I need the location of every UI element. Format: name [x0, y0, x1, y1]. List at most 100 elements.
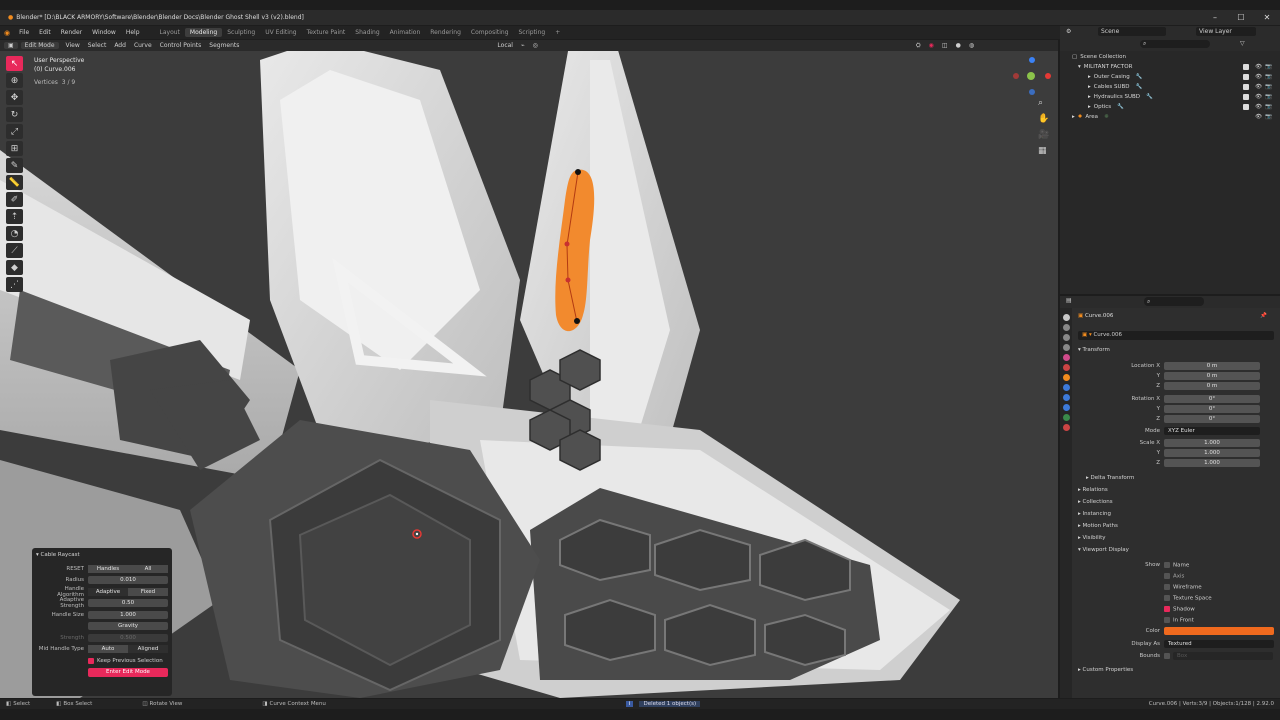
menu-control-points[interactable]: Control Points: [156, 42, 206, 49]
tab-scripting[interactable]: Scripting: [514, 28, 551, 37]
select-tool-icon[interactable]: ↖: [6, 56, 23, 71]
randomize-tool-icon[interactable]: ◆: [6, 260, 23, 275]
tab-sculpting[interactable]: Sculpting: [222, 28, 260, 37]
menu-edit[interactable]: Edit: [34, 29, 56, 36]
bounds-checkbox[interactable]: [1164, 652, 1170, 659]
rotation-x-field[interactable]: 0°: [1164, 395, 1260, 403]
texture-space-checkbox[interactable]: [1164, 594, 1170, 601]
draw-tool-icon[interactable]: ✐: [6, 192, 23, 207]
menu-view[interactable]: View: [62, 42, 84, 49]
expand-arrow-icon[interactable]: ▾: [1078, 64, 1081, 70]
tab-layout[interactable]: Layout: [155, 28, 185, 37]
shading-solid-icon[interactable]: ●: [952, 42, 965, 49]
editor-type-icon[interactable]: ▤: [1066, 297, 1072, 304]
maximize-icon[interactable]: ☐: [1228, 10, 1254, 25]
close-icon[interactable]: ✕: [1254, 10, 1280, 25]
move-tool-icon[interactable]: ✥: [6, 90, 23, 105]
tab-uv-editing[interactable]: UV Editing: [260, 28, 301, 37]
grid-view-icon[interactable]: ▦: [1038, 146, 1049, 156]
expand-arrow-icon[interactable]: ▸: [1072, 114, 1075, 120]
zoom-icon[interactable]: ⌕: [1038, 98, 1049, 108]
strength-field[interactable]: 0.500: [88, 633, 168, 642]
extrude-tool-icon[interactable]: ⇡: [6, 209, 23, 224]
camera-icon[interactable]: 📷: [1265, 64, 1272, 70]
camera-icon[interactable]: 📷: [1265, 94, 1272, 100]
shear-tool-icon[interactable]: ⋰: [6, 277, 23, 292]
reset-all-button[interactable]: All: [128, 564, 168, 573]
transform-orientation-select[interactable]: Local: [493, 42, 517, 49]
material-tab-icon[interactable]: [1062, 424, 1070, 431]
tab-rendering[interactable]: Rendering: [425, 28, 466, 37]
instancing-section[interactable]: ▸ Instancing: [1078, 511, 1111, 517]
include-checkbox[interactable]: [1243, 64, 1250, 70]
menu-segments[interactable]: Segments: [205, 42, 243, 49]
expand-arrow-icon[interactable]: ▸: [1088, 94, 1091, 100]
add-workspace-icon[interactable]: +: [550, 28, 565, 37]
pan-hand-icon[interactable]: ✋: [1038, 114, 1049, 124]
minimize-icon[interactable]: –: [1202, 10, 1228, 25]
eye-icon[interactable]: 👁: [1255, 114, 1262, 120]
eye-icon[interactable]: 👁: [1255, 84, 1262, 90]
location-x-field[interactable]: 0 m: [1164, 362, 1260, 370]
scale-z-field[interactable]: 1.000: [1164, 459, 1260, 467]
filter-icon[interactable]: ▽: [1240, 40, 1245, 47]
custom-properties-section[interactable]: ▸ Custom Properties: [1078, 667, 1133, 673]
scene-select[interactable]: Scene: [1098, 27, 1166, 36]
radius-tool-icon[interactable]: ◔: [6, 226, 23, 241]
rotate-tool-icon[interactable]: ↻: [6, 107, 23, 122]
visibility-section[interactable]: ▸ Visibility: [1078, 535, 1106, 541]
rotation-z-field[interactable]: 0°: [1164, 415, 1260, 423]
tab-texture-paint[interactable]: Texture Paint: [302, 28, 351, 37]
transform-tool-icon[interactable]: ⊞: [6, 141, 23, 156]
include-checkbox[interactable]: [1243, 94, 1250, 100]
handle-size-field[interactable]: 1.000: [88, 610, 168, 619]
scale-x-field[interactable]: 1.000: [1164, 439, 1260, 447]
outliner-row-cables[interactable]: ▸ Cables SUBD 🔧 👁 📷: [1060, 82, 1280, 92]
menu-file[interactable]: File: [14, 29, 34, 36]
eye-icon[interactable]: 👁: [1255, 64, 1262, 70]
location-y-field[interactable]: 0 m: [1164, 372, 1260, 380]
eye-icon[interactable]: 👁: [1255, 74, 1262, 80]
wireframe-checkbox[interactable]: [1164, 583, 1170, 590]
camera-icon[interactable]: 📷: [1265, 104, 1272, 110]
view-layer-select[interactable]: View Layer: [1196, 27, 1256, 36]
outliner-search-input[interactable]: ⌕: [1140, 40, 1210, 48]
motion-paths-section[interactable]: ▸ Motion Paths: [1078, 523, 1118, 529]
eye-icon[interactable]: 👁: [1255, 104, 1262, 110]
rotation-y-field[interactable]: 0°: [1164, 405, 1260, 413]
menu-render[interactable]: Render: [56, 29, 87, 36]
camera-icon[interactable]: 📷: [1265, 114, 1272, 120]
scene-tab-icon[interactable]: [1062, 354, 1070, 361]
tab-shading[interactable]: Shading: [350, 28, 384, 37]
expand-arrow-icon[interactable]: ▸: [1088, 74, 1091, 80]
menu-window[interactable]: Window: [87, 29, 121, 36]
object-color-swatch[interactable]: [1164, 627, 1274, 635]
xray-icon[interactable]: ◫: [938, 42, 952, 49]
enter-edit-mode-button[interactable]: Enter Edit Mode: [88, 667, 168, 677]
reset-handles-button[interactable]: Handles: [88, 564, 128, 573]
object-tab-icon[interactable]: [1062, 374, 1070, 381]
location-z-field[interactable]: 0 m: [1164, 382, 1260, 390]
scale-tool-icon[interactable]: ⤢: [6, 124, 23, 139]
radius-field[interactable]: 0.010: [88, 576, 168, 584]
snap-icon[interactable]: ⌁: [517, 42, 529, 49]
include-checkbox[interactable]: [1243, 74, 1250, 80]
blender-menu-icon[interactable]: ◉: [4, 29, 10, 37]
delta-transform-section[interactable]: ▸ Delta Transform: [1086, 475, 1134, 481]
bounds-select[interactable]: Box: [1173, 652, 1273, 660]
adaptive-option[interactable]: Adaptive: [88, 587, 128, 596]
camera-icon[interactable]: 📷: [1265, 74, 1272, 80]
cursor-tool-icon[interactable]: ⊕: [6, 73, 23, 88]
eye-icon[interactable]: 👁: [1255, 94, 1262, 100]
world-tab-icon[interactable]: [1062, 364, 1070, 371]
output-tab-icon[interactable]: [1062, 334, 1070, 341]
tool-tab-icon[interactable]: [1062, 314, 1070, 321]
include-checkbox[interactable]: [1243, 104, 1250, 110]
overlay-icon[interactable]: ◉: [925, 42, 938, 49]
properties-search-input[interactable]: ⌕: [1144, 297, 1204, 306]
expand-arrow-icon[interactable]: ▸: [1088, 84, 1091, 90]
camera-view-icon[interactable]: 🎥: [1038, 130, 1049, 140]
menu-select[interactable]: Select: [84, 42, 111, 49]
shading-material-icon[interactable]: ◍: [965, 42, 978, 49]
measure-tool-icon[interactable]: 📏: [6, 175, 23, 190]
